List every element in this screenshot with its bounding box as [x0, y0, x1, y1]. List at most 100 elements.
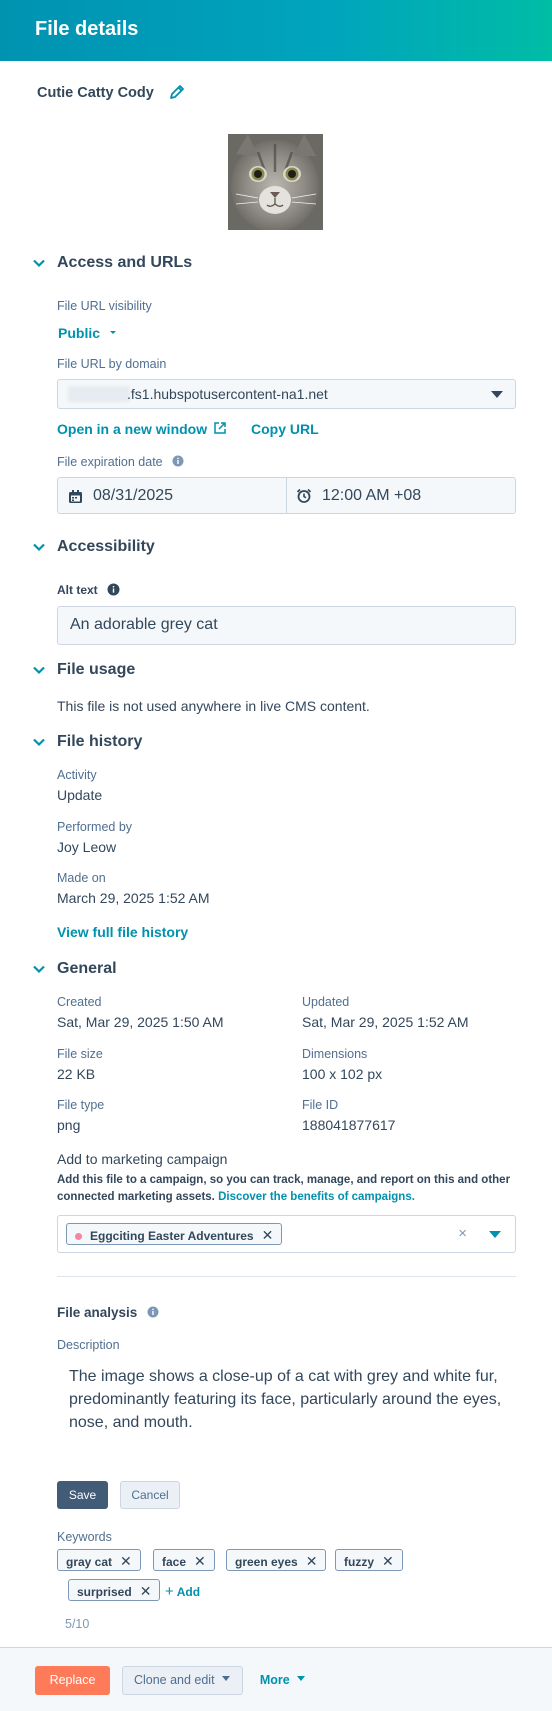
expiration-time-value: 12:00 AM +08	[322, 487, 422, 504]
visibility-value: Public	[58, 325, 101, 341]
caret-down-icon	[110, 331, 117, 334]
visibility-label: File URL visibility	[57, 299, 152, 313]
keywords-label: Keywords	[57, 1530, 112, 1544]
campaign-select[interactable]: Eggciting Easter Adventures ✕ ×	[57, 1215, 516, 1253]
keyword-tag[interactable]: surprised ✕	[68, 1579, 161, 1601]
view-history-link[interactable]: View full file history	[57, 924, 188, 940]
chevron-down-icon[interactable]	[32, 735, 46, 749]
replace-button[interactable]: Replace	[35, 1666, 110, 1695]
panel-header: File details	[0, 0, 552, 61]
caret-down-icon[interactable]	[489, 1231, 501, 1239]
campaign-tag-label: Eggciting Easter Adventures	[90, 1229, 254, 1243]
keyword-label: face	[162, 1555, 187, 1569]
file-thumbnail	[228, 134, 323, 230]
domain-select[interactable]: .fs1.hubspotusercontent-na1.net	[57, 379, 516, 409]
expiration-date-input[interactable]: 08/31/2025	[57, 477, 287, 514]
alt-text-label: Alt text	[57, 583, 120, 597]
chevron-down-icon[interactable]	[32, 962, 46, 976]
dimensions-value: 100 x 102 px	[302, 1066, 383, 1082]
activity-label: Activity	[57, 768, 97, 782]
more-menu-button[interactable]: More	[253, 1666, 313, 1695]
add-keyword-button[interactable]: + Add	[165, 1583, 200, 1600]
file-size-label: File size	[57, 1047, 103, 1061]
chevron-down-icon[interactable]	[32, 256, 46, 270]
description-label: Description	[57, 1338, 120, 1352]
expiration-date-value: 08/31/2025	[93, 487, 174, 504]
expiration-label-text: File expiration date	[57, 455, 163, 469]
file-id-label: File ID	[302, 1098, 339, 1112]
section-general-title[interactable]: General	[57, 960, 117, 978]
clear-selection-icon[interactable]: ×	[458, 1225, 467, 1242]
keyword-label: fuzzy	[344, 1555, 374, 1569]
dimensions-label: Dimensions	[302, 1047, 368, 1061]
chevron-down-icon[interactable]	[32, 540, 46, 554]
keyword-tag[interactable]: gray cat ✕	[57, 1549, 141, 1571]
file-type-label: File type	[57, 1098, 105, 1112]
caret-down-icon	[297, 1676, 306, 1681]
remove-tag-icon[interactable]: ✕	[382, 1553, 394, 1569]
caret-down-icon	[491, 391, 503, 398]
remove-tag-icon[interactable]: ✕	[194, 1553, 206, 1569]
section-accessibility-title[interactable]: Accessibility	[57, 538, 155, 556]
performed-by-label: Performed by	[57, 820, 133, 834]
divider	[57, 1276, 516, 1277]
keyword-tag[interactable]: fuzzy ✕	[335, 1549, 403, 1571]
redacted-subdomain	[68, 386, 130, 402]
copy-url-link[interactable]: Copy URL	[251, 421, 319, 437]
cancel-button[interactable]: Cancel	[120, 1481, 180, 1509]
activity-value: Update	[57, 787, 103, 803]
keyword-label: gray cat	[66, 1555, 113, 1569]
performed-by-value: Joy Leow	[57, 839, 117, 855]
calendar-icon	[69, 490, 82, 503]
created-value: Sat, Mar 29, 2025 1:50 AM	[57, 1014, 224, 1030]
visibility-dropdown[interactable]: Public	[58, 325, 118, 343]
open-new-window-label: Open in a new window	[57, 421, 208, 437]
file-size-value: 22 KB	[57, 1066, 96, 1082]
clone-edit-label: Clone and edit	[133, 1673, 215, 1687]
remove-tag-icon[interactable]: ✕	[306, 1553, 318, 1569]
created-label: Created	[57, 995, 102, 1009]
pencil-icon[interactable]	[168, 83, 186, 101]
campaign-title: Add to marketing campaign	[57, 1151, 228, 1167]
domain-value: .fs1.hubspotusercontent-na1.net	[127, 386, 328, 402]
open-new-window-link[interactable]: Open in a new window	[57, 421, 227, 437]
expiration-label: File expiration date	[57, 455, 184, 469]
file-analysis-title-text: File analysis	[57, 1305, 138, 1320]
info-icon[interactable]	[172, 455, 184, 467]
add-keyword-label: Add	[176, 1585, 201, 1599]
remove-tag-icon[interactable]: ✕	[120, 1553, 132, 1569]
file-name: Cutie Catty Cody	[37, 85, 154, 101]
panel-title: File details	[35, 18, 139, 40]
info-icon[interactable]	[107, 583, 120, 596]
section-access-title[interactable]: Access and URLs	[57, 254, 192, 272]
campaign-help: Add this file to a campaign, so you can …	[57, 1172, 517, 1206]
plus-icon: +	[165, 1583, 174, 1600]
campaign-benefits-link[interactable]: Discover the benefits of campaigns.	[218, 1191, 415, 1203]
expiration-time-input[interactable]: 12:00 AM +08	[286, 477, 516, 514]
section-usage-title[interactable]: File usage	[57, 661, 135, 679]
updated-value: Sat, Mar 29, 2025 1:52 AM	[302, 1014, 469, 1030]
keyword-count: 5/10	[65, 1617, 90, 1631]
made-on-value: March 29, 2025 1:52 AM	[57, 890, 210, 906]
remove-tag-icon[interactable]: ✕	[140, 1583, 152, 1599]
alt-text-input[interactable]: An adorable grey cat	[57, 606, 516, 645]
description-textarea[interactable]: The image shows a close-up of a cat with…	[69, 1365, 514, 1434]
keyword-tag[interactable]: face ✕	[153, 1549, 215, 1571]
keyword-tag[interactable]: green eyes ✕	[226, 1549, 327, 1571]
alt-text-label-text: Alt text	[57, 583, 98, 597]
section-history-title[interactable]: File history	[57, 733, 142, 751]
made-on-label: Made on	[57, 871, 106, 885]
usage-text: This file is not used anywhere in live C…	[57, 698, 370, 714]
keyword-label: surprised	[77, 1585, 132, 1599]
clone-edit-button[interactable]: Clone and edit	[122, 1666, 243, 1695]
save-button[interactable]: Save	[57, 1481, 108, 1509]
keyword-label: green eyes	[235, 1555, 298, 1569]
chevron-down-icon[interactable]	[32, 663, 46, 677]
file-id-value: 188041877617	[302, 1117, 396, 1133]
caret-down-icon	[222, 1676, 231, 1681]
campaign-tag[interactable]: Eggciting Easter Adventures ✕	[66, 1223, 283, 1245]
more-label: More	[259, 1673, 290, 1687]
remove-tag-icon[interactable]: ✕	[262, 1227, 274, 1243]
info-icon[interactable]	[147, 1306, 159, 1318]
updated-label: Updated	[302, 995, 350, 1009]
